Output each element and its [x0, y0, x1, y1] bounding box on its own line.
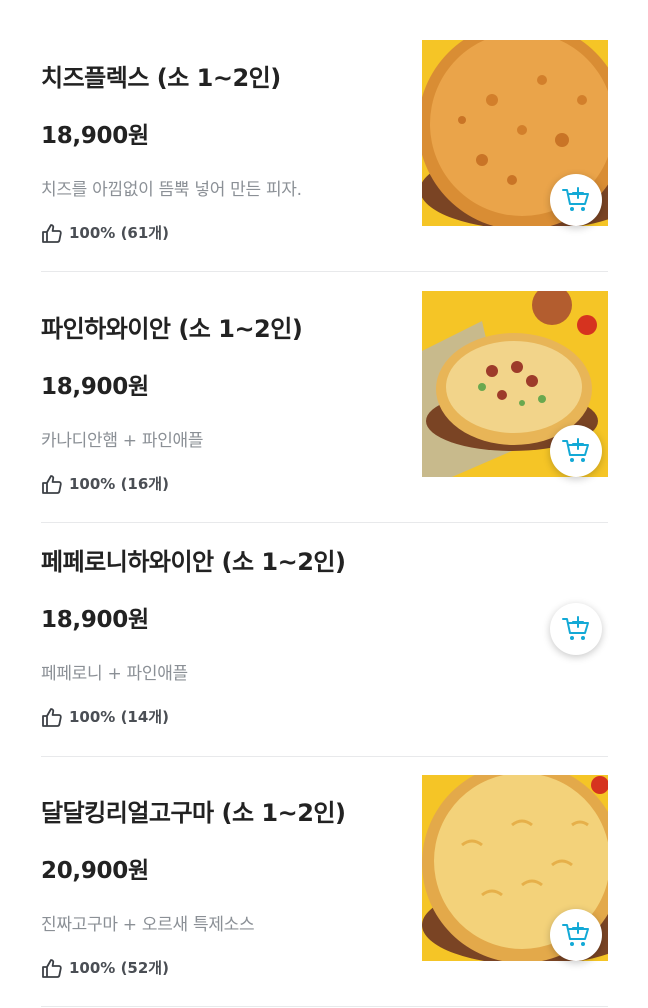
menu-item-description: 진짜고구마 + 오르새 특제소스 [41, 915, 255, 935]
cart-add-icon [561, 186, 591, 214]
menu-item-price: 18,900원 [41, 374, 149, 400]
thumbs-up-icon [41, 958, 63, 978]
thumbs-up-icon [41, 707, 63, 727]
menu-item[interactable]: 페페로니하와이안 (소 1~2인) 18,900원 페페로니 + 파인애플 10… [41, 542, 608, 732]
menu-item-rating: 100% (16개) [41, 473, 169, 494]
add-to-cart-button[interactable] [550, 909, 602, 961]
thumbs-up-icon [41, 474, 63, 494]
cart-add-icon [561, 921, 591, 949]
thumbs-up-icon [41, 223, 63, 243]
cart-add-icon [561, 437, 591, 465]
add-to-cart-button[interactable] [550, 425, 602, 477]
divider [41, 271, 608, 272]
rating-text: 100% (16개) [69, 475, 169, 493]
menu-item[interactable]: 치즈플렉스 (소 1~2인) 18,900원 치즈를 아낌없이 뜸뿍 넣어 만든… [41, 40, 608, 248]
divider [41, 1006, 608, 1007]
menu-item-rating: 100% (14개) [41, 706, 169, 727]
menu-item-price: 18,900원 [41, 607, 149, 633]
add-to-cart-button[interactable] [550, 174, 602, 226]
menu-item-title: 치즈플렉스 (소 1~2인) [41, 64, 281, 92]
add-to-cart-button[interactable] [550, 603, 602, 655]
menu-item-rating: 100% (61개) [41, 222, 169, 243]
menu-item[interactable]: 파인하와이안 (소 1~2인) 18,900원 카나디안햄 + 파인애플 100… [41, 291, 608, 499]
menu-item-rating: 100% (52개) [41, 957, 169, 978]
menu-item-title: 파인하와이안 (소 1~2인) [41, 315, 303, 343]
rating-text: 100% (61개) [69, 224, 169, 242]
menu-item-title: 페페로니하와이안 (소 1~2인) [41, 548, 346, 576]
menu-item-description: 치즈를 아낌없이 뜸뿍 넣어 만든 피자. [41, 180, 302, 200]
cart-add-icon [561, 615, 591, 643]
rating-text: 100% (14개) [69, 708, 169, 726]
menu-item-description: 카나디안햄 + 파인애플 [41, 431, 204, 451]
rating-text: 100% (52개) [69, 959, 169, 977]
menu-item-description: 페페로니 + 파인애플 [41, 664, 188, 684]
menu-item[interactable]: 달달킹리얼고구마 (소 1~2인) 20,900원 진짜고구마 + 오르새 특제… [41, 775, 608, 983]
menu-item-price: 18,900원 [41, 123, 149, 149]
divider [41, 522, 608, 523]
menu-item-title: 달달킹리얼고구마 (소 1~2인) [41, 799, 346, 827]
menu-item-price: 20,900원 [41, 858, 149, 884]
divider [41, 756, 608, 757]
